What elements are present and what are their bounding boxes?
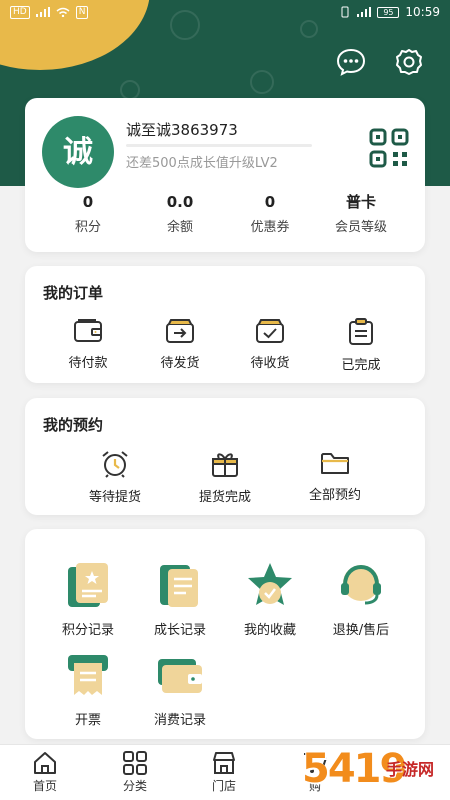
level-progress-bar	[126, 144, 312, 147]
reservation-picked-up[interactable]: 提货完成	[180, 450, 270, 505]
service-label: 消费记录	[153, 713, 206, 728]
order-pending-shipment[interactable]: 待发货	[135, 318, 225, 371]
stat-value: 0	[82, 193, 94, 211]
wifi-icon	[56, 7, 70, 17]
signal-icon	[357, 7, 372, 17]
profile-card: 诚 诚至诚3863973 还差500点成长值升级LV2 0 积分 0.0 余额 …	[25, 98, 425, 252]
reservation-label: 全部预约	[308, 488, 361, 503]
services-card: 积分记录 成长记录 我的收藏 退换/售后 开票 消费记录	[25, 529, 425, 739]
points-card-icon	[68, 563, 108, 607]
invoice-icon	[68, 655, 108, 695]
battery-level: 95	[377, 6, 400, 18]
order-label: 待发货	[160, 356, 200, 371]
stat-label: 余额	[166, 220, 193, 235]
reservation-awaiting-pickup[interactable]: 等待提货	[70, 450, 160, 505]
service-invoice[interactable]: 开票	[43, 649, 133, 728]
order-label: 待收货	[250, 356, 290, 371]
order-pending-receipt[interactable]: 待收货	[225, 318, 315, 371]
service-growth-record[interactable]: 成长记录	[135, 559, 225, 638]
document-icon	[160, 565, 198, 607]
qr-code-icon[interactable]	[369, 128, 409, 168]
tab-store[interactable]: 门店	[189, 751, 259, 794]
stat-member-level[interactable]: 普卡 会员等级	[321, 192, 401, 235]
status-bar: HD N 95 10:59	[0, 0, 450, 24]
level-hint: 还差500点成长值升级LV2	[126, 156, 278, 171]
tab-label: 首页	[32, 779, 57, 793]
box-arrow-icon	[166, 319, 194, 343]
service-points-record[interactable]: 积分记录	[43, 559, 133, 638]
tab-category[interactable]: 分类	[100, 751, 170, 794]
tab-label: 门店	[211, 779, 236, 793]
header-doodle	[250, 70, 274, 94]
clock: 10:59	[405, 5, 440, 19]
username: 诚至诚3863973	[126, 121, 238, 139]
orders-title: 我的订单	[43, 284, 104, 302]
box-check-icon	[256, 319, 284, 343]
service-favorites[interactable]: 我的收藏	[225, 559, 315, 638]
header-doodle	[120, 80, 140, 100]
brand-logo-icon: 诚	[63, 135, 93, 170]
settings-button[interactable]	[393, 46, 425, 78]
avatar-text: 诚	[63, 135, 93, 170]
headset-icon	[341, 564, 381, 605]
clipboard-icon	[349, 318, 373, 345]
service-label: 开票	[74, 713, 101, 728]
network-type: HD	[10, 5, 30, 19]
signal-icon	[35, 7, 50, 17]
vibrate-icon	[341, 6, 349, 18]
grid-icon	[123, 751, 147, 775]
stat-label: 优惠券	[250, 220, 290, 235]
store-icon	[213, 752, 235, 774]
message-button[interactable]	[335, 46, 367, 78]
carrier-chip: N	[75, 5, 89, 19]
watermark-text: 手游网	[386, 760, 435, 779]
gift-icon	[212, 453, 238, 477]
stat-points[interactable]: 0 积分	[48, 192, 128, 235]
folder-icon	[321, 453, 349, 474]
stat-balance[interactable]: 0.0 余额	[140, 192, 220, 235]
home-icon	[34, 752, 56, 774]
service-label: 积分记录	[61, 623, 114, 638]
tab-home[interactable]: 首页	[10, 751, 80, 794]
service-spending-record[interactable]: 消费记录	[135, 649, 225, 728]
site-watermark: 5419 手游网	[300, 744, 450, 800]
stat-label: 会员等级	[334, 220, 387, 235]
gear-icon	[396, 49, 422, 75]
stat-label: 积分	[74, 220, 101, 235]
stat-value: 普卡	[345, 193, 376, 211]
star-icon	[248, 563, 292, 605]
chat-bubble-icon	[336, 48, 366, 76]
reservation-label: 等待提货	[88, 490, 141, 505]
service-label: 成长记录	[153, 623, 206, 638]
wallet-card-icon	[158, 659, 202, 693]
avatar[interactable]: 诚	[42, 116, 114, 188]
stat-value: 0	[264, 193, 276, 211]
service-returns[interactable]: 退换/售后	[316, 559, 406, 638]
stat-value: 0.0	[166, 193, 194, 211]
reservation-all[interactable]: 全部预约	[290, 450, 380, 503]
order-completed[interactable]: 已完成	[316, 318, 406, 373]
stat-coupons[interactable]: 0 优惠券	[230, 192, 310, 235]
order-pending-payment[interactable]: 待付款	[43, 318, 133, 371]
service-label: 我的收藏	[243, 623, 296, 638]
reservations-title: 我的预约	[43, 416, 104, 434]
order-label: 待付款	[68, 356, 108, 371]
reservation-label: 提货完成	[198, 490, 251, 505]
wallet-icon	[74, 319, 102, 342]
reservations-card: 我的预约 等待提货 提货完成 全部预约	[25, 398, 425, 515]
order-label: 已完成	[341, 358, 381, 373]
tab-label: 分类	[122, 779, 147, 793]
alarm-clock-icon	[102, 451, 128, 478]
orders-card: 我的订单 待付款 待发货 待收货 已完成	[25, 266, 425, 383]
service-label: 退换/售后	[332, 623, 390, 638]
